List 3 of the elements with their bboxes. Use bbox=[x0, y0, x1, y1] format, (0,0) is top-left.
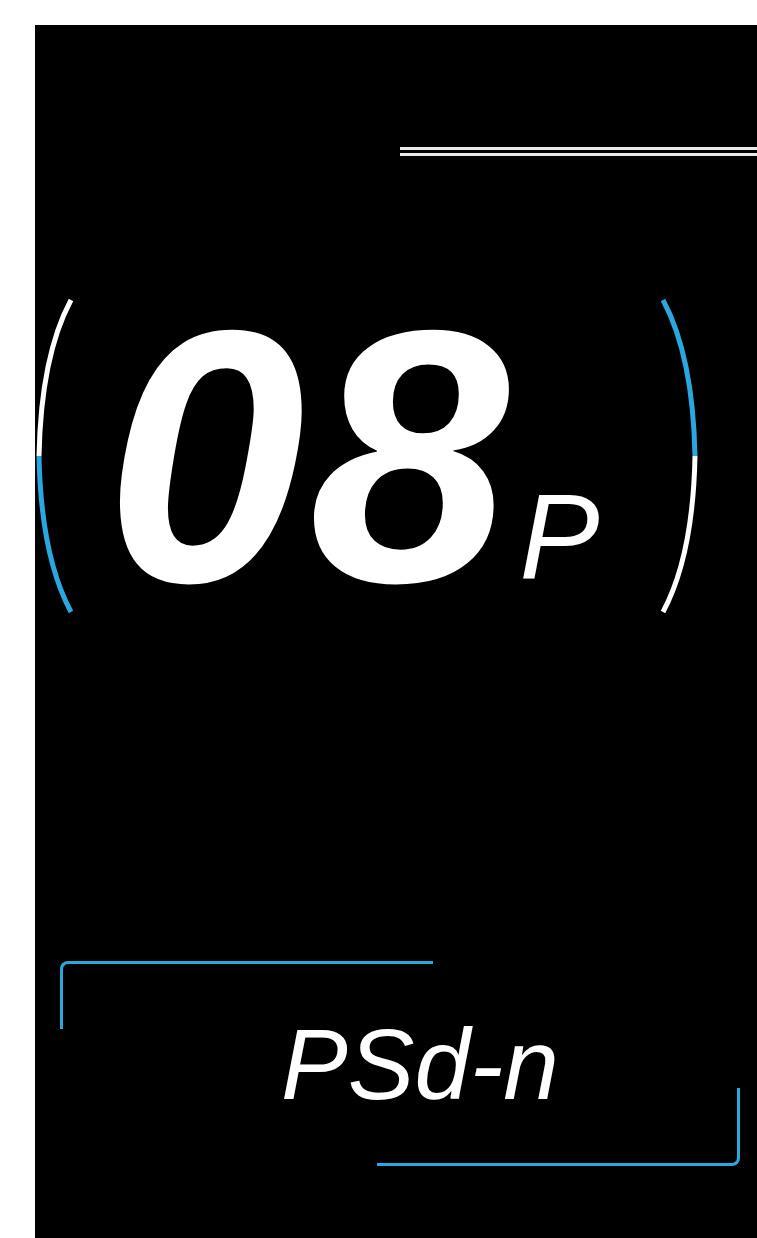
unit-label: P bbox=[519, 476, 600, 596]
speed-reading: 08 bbox=[105, 276, 514, 636]
mode-label: PSd-n bbox=[281, 1013, 559, 1114]
